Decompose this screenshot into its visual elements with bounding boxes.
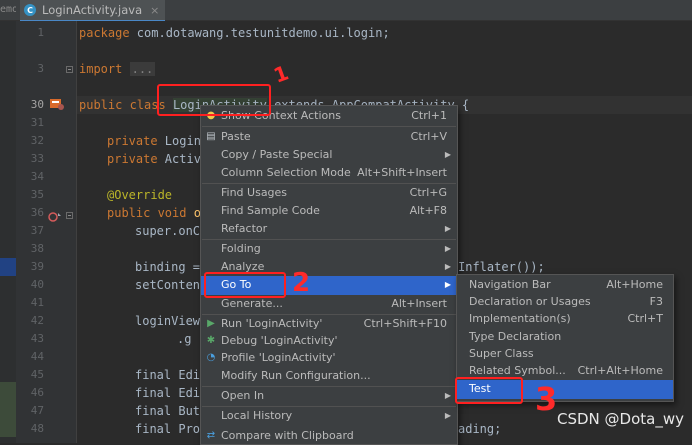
- submenu-item-navigation-bar[interactable]: Navigation Bar Alt+Home: [457, 276, 673, 294]
- menu-item-column-selection-mode[interactable]: Column Selection Mode Alt+Shift+Insert: [201, 164, 457, 182]
- menu-item-profile[interactable]: ◔ Profile 'LoginActivity': [201, 349, 457, 367]
- submenu-item-type-declaration[interactable]: Type Declaration: [457, 328, 673, 346]
- profile-icon: ◔: [206, 352, 216, 363]
- line-number: 30: [30, 98, 44, 111]
- menu-item-local-history[interactable]: Local History ▶: [201, 407, 457, 425]
- code-line: binding =: [135, 260, 201, 274]
- debug-icon: ✱: [206, 335, 216, 346]
- java-class-icon: C: [24, 4, 36, 16]
- menu-item-find-usages[interactable]: Find Usages Ctrl+G: [201, 184, 457, 202]
- line-number: 46: [30, 386, 44, 399]
- panel-selection-marker: [0, 258, 16, 276]
- line-number: 35: [30, 188, 44, 201]
- line-number: 32: [30, 134, 44, 147]
- code-line: final Prog: [135, 422, 208, 436]
- code-line: setConten: [135, 278, 201, 292]
- run-icon: ▶: [207, 318, 215, 329]
- submenu-arrow-icon: ▶: [444, 262, 451, 271]
- folded-imports[interactable]: ...: [129, 62, 156, 76]
- line-number: 40: [30, 278, 44, 291]
- code-line: private Activi: [107, 152, 209, 166]
- line-number: 38: [30, 242, 44, 255]
- line-number: 45: [30, 368, 44, 381]
- submenu-arrow-icon: ▶: [444, 150, 451, 159]
- code-line: loginViewM: [135, 314, 208, 328]
- line-number: 33: [30, 152, 44, 165]
- override-gutter-icon[interactable]: [50, 98, 64, 110]
- tab-label: LoginActivity.java: [42, 3, 143, 17]
- code-line: ading;: [458, 422, 502, 436]
- line-number: 34: [30, 170, 44, 183]
- tab-login-activity[interactable]: C LoginActivity.java ×: [20, 0, 166, 22]
- line-number: 42: [30, 314, 44, 327]
- implements-gutter-icon[interactable]: [48, 211, 62, 223]
- line-number: 37: [30, 224, 44, 237]
- menu-item-modify-run-configuration[interactable]: Modify Run Configuration...: [201, 367, 457, 385]
- menu-item-open-in[interactable]: Open In ▶: [201, 387, 457, 405]
- project-panel-strip: [0, 21, 16, 443]
- line-number: 48: [30, 422, 44, 435]
- menu-item-debug[interactable]: ✱ Debug 'LoginActivity': [201, 332, 457, 350]
- menu-item-compare-with-clipboard[interactable]: ⇄ Compare with Clipboard: [201, 427, 457, 445]
- code-line: final Butt: [135, 404, 208, 418]
- code-line: package com.dotawang.testunitdemo.ui.log…: [79, 26, 390, 40]
- fold-icon[interactable]: [66, 212, 74, 220]
- code-line: final Edit: [135, 386, 208, 400]
- annotation-mark-3: 3: [535, 380, 558, 418]
- line-number: 44: [30, 350, 44, 363]
- line-number: 43: [30, 332, 44, 345]
- submenu-arrow-icon: ▶: [444, 391, 451, 400]
- line-number: 3: [37, 62, 44, 75]
- menu-item-refactor[interactable]: Refactor ▶: [201, 220, 457, 238]
- submenu-arrow-icon: ▶: [444, 244, 451, 253]
- line-number: 1: [37, 26, 44, 39]
- annotation-box-test: [455, 377, 523, 404]
- code-line: @Override: [107, 188, 173, 202]
- code-line: super.onCr: [135, 224, 208, 238]
- annotation-mark-2: 2: [292, 268, 311, 298]
- menu-item-find-sample-code[interactable]: Find Sample Code Alt+F8: [201, 202, 457, 220]
- line-number: 47: [30, 404, 44, 417]
- menu-item-copy-paste-special[interactable]: Copy / Paste Special ▶: [201, 146, 457, 164]
- submenu-arrow-icon: ▶: [444, 411, 451, 420]
- line-number: 39: [30, 260, 44, 273]
- submenu-item-declaration-or-usages[interactable]: Declaration or Usages F3: [457, 293, 673, 311]
- project-panel-label: emo: [0, 4, 16, 15]
- watermark: CSDN @Dota_wy: [557, 410, 684, 428]
- code-line: public void on: [107, 206, 209, 220]
- annotation-box-go-to: [204, 272, 286, 298]
- compare-icon: ⇄: [206, 430, 216, 441]
- submenu-item-super-class[interactable]: Super Class: [457, 345, 673, 363]
- annotation-box-class-name: [157, 84, 271, 116]
- code-line: private LoginV: [107, 134, 209, 148]
- line-number: 36: [30, 206, 44, 219]
- code-line: .g: [177, 332, 192, 346]
- line-number: 41: [30, 296, 44, 309]
- menu-item-paste[interactable]: ▤ Paste Ctrl+V: [201, 128, 457, 146]
- submenu-arrow-icon: ▶: [444, 280, 451, 289]
- close-icon[interactable]: ×: [150, 4, 159, 17]
- line-number: 31: [30, 116, 44, 129]
- menu-item-folding[interactable]: Folding ▶: [201, 240, 457, 258]
- fold-icon[interactable]: [66, 66, 74, 74]
- menu-item-run[interactable]: ▶ Run 'LoginActivity' Ctrl+Shift+F10: [201, 315, 457, 333]
- panel-change-marker: [0, 382, 16, 437]
- code-line: import ...: [79, 62, 156, 76]
- code-line: final Edit: [135, 368, 208, 382]
- clipboard-icon: ▤: [206, 131, 216, 142]
- submenu-item-implementations[interactable]: Implementation(s) Ctrl+T: [457, 310, 673, 328]
- submenu-arrow-icon: ▶: [444, 224, 451, 233]
